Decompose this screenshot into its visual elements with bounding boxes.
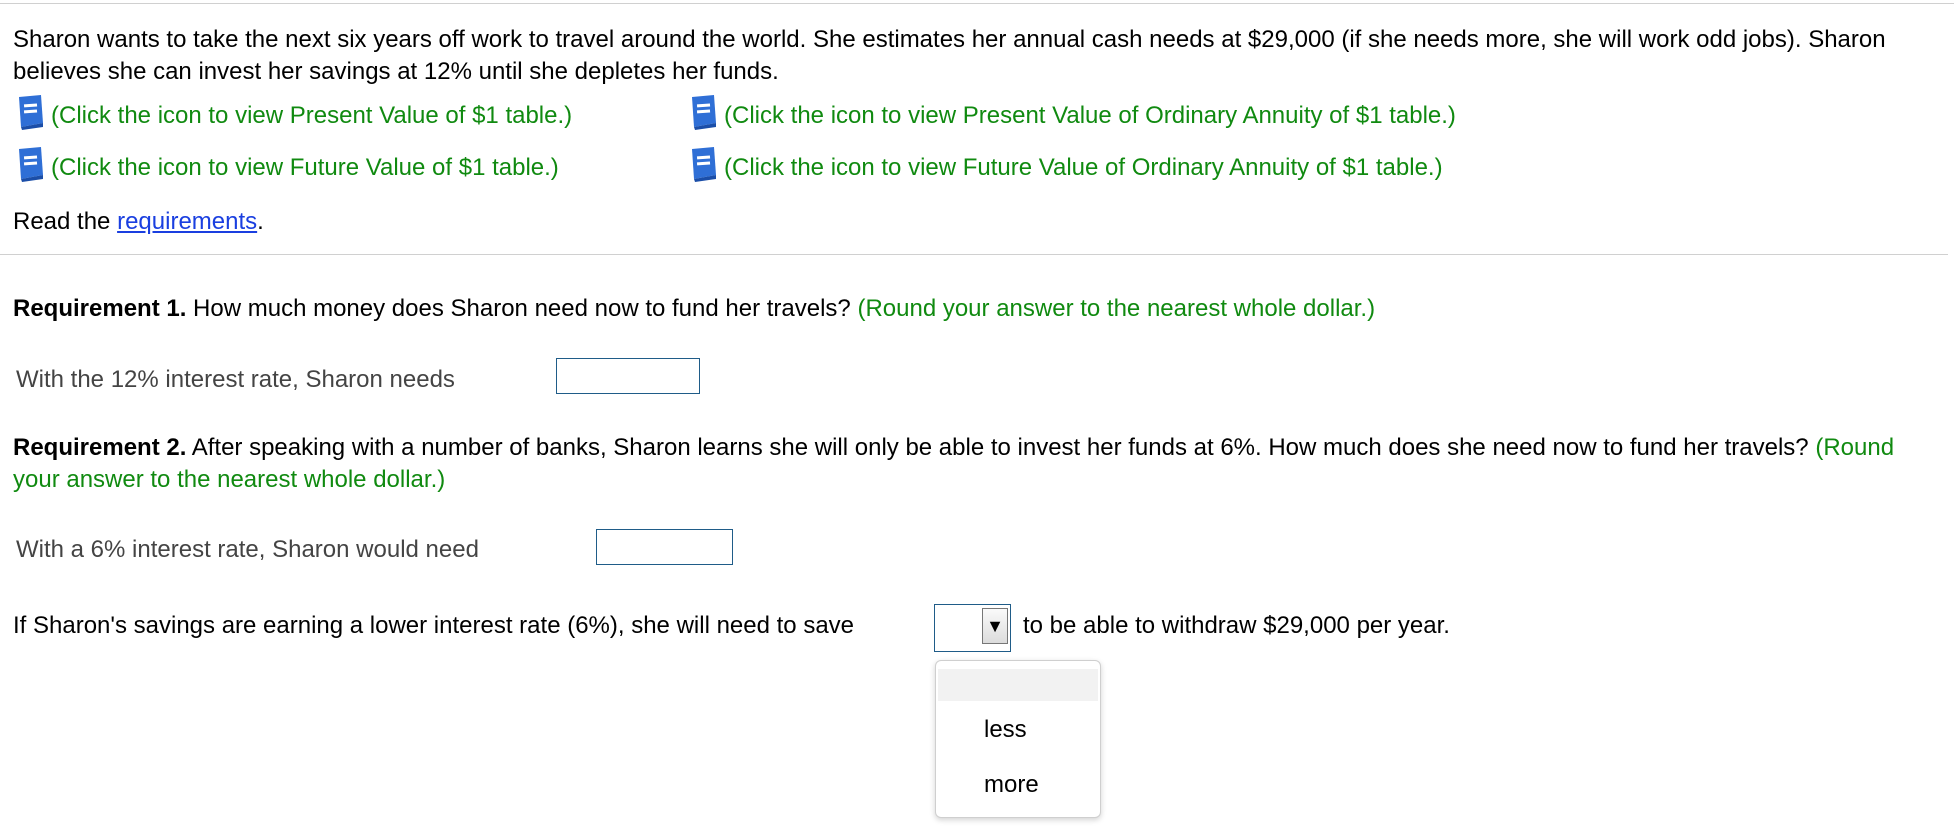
requirement-2-question: After speaking with a number of banks, S… <box>186 434 1816 461</box>
pv-table-link-label[interactable]: (Click the icon to view Present Value of… <box>51 102 572 130</box>
book-icon[interactable] <box>13 93 51 138</box>
requirement-1: Requirement 1. How much money does Sharo… <box>13 293 1913 325</box>
read-suffix: . <box>257 208 264 235</box>
pv-annuity-table-link-label[interactable]: (Click the icon to view Present Value of… <box>724 102 1456 130</box>
book-icon[interactable] <box>686 145 724 190</box>
pv-annuity-table-link[interactable]: (Click the icon to view Present Value of… <box>686 93 1456 138</box>
requirement-1-heading: Requirement 1. <box>13 295 187 322</box>
dropdown-option-more[interactable]: more <box>984 771 1039 799</box>
fv-table-link-label[interactable]: (Click the icon to view Future Value of … <box>51 154 559 182</box>
requirements-link[interactable]: requirements <box>117 208 257 235</box>
requirement-2-answer-input[interactable] <box>596 529 733 565</box>
requirement-1-hint: (Round your answer to the nearest whole … <box>857 295 1376 322</box>
requirement-1-question: How much money does Sharon need now to f… <box>186 295 858 322</box>
problem-text: Sharon wants to take the next six years … <box>13 26 1886 85</box>
section-divider <box>0 254 1948 255</box>
less-more-dropdown-list: less more <box>935 660 1101 818</box>
requirement-2: Requirement 2. After speaking with a num… <box>13 432 1913 496</box>
fv-table-link[interactable]: (Click the icon to view Future Value of … <box>13 145 559 190</box>
requirement-1-answer-label: With the 12% interest rate, Sharon needs <box>16 366 455 393</box>
read-requirements-line: Read the requirements. <box>13 208 264 236</box>
top-divider <box>0 3 1954 4</box>
dropdown-arrow-icon[interactable]: ▼ <box>982 608 1008 644</box>
less-more-select[interactable]: ▼ <box>934 604 1011 652</box>
dropdown-option-less[interactable]: less <box>984 716 1027 744</box>
requirement-2-heading: Requirement 2. <box>13 434 187 461</box>
requirement-1-answer-input[interactable] <box>556 358 700 394</box>
book-icon[interactable] <box>13 145 51 190</box>
book-icon[interactable] <box>686 93 724 138</box>
pv-table-link[interactable]: (Click the icon to view Present Value of… <box>13 93 572 138</box>
save-sentence-after: to be able to withdraw $29,000 per year. <box>1023 612 1450 639</box>
requirement-2-answer-label: With a 6% interest rate, Sharon would ne… <box>16 536 479 563</box>
read-prefix: Read the <box>13 208 118 235</box>
dropdown-option-blank[interactable] <box>938 669 1098 701</box>
save-sentence-before: If Sharon's savings are earning a lower … <box>13 612 855 639</box>
fv-annuity-table-link[interactable]: (Click the icon to view Future Value of … <box>686 145 1443 190</box>
fv-annuity-table-link-label[interactable]: (Click the icon to view Future Value of … <box>724 154 1443 182</box>
problem-statement: Sharon wants to take the next six years … <box>13 24 1913 88</box>
